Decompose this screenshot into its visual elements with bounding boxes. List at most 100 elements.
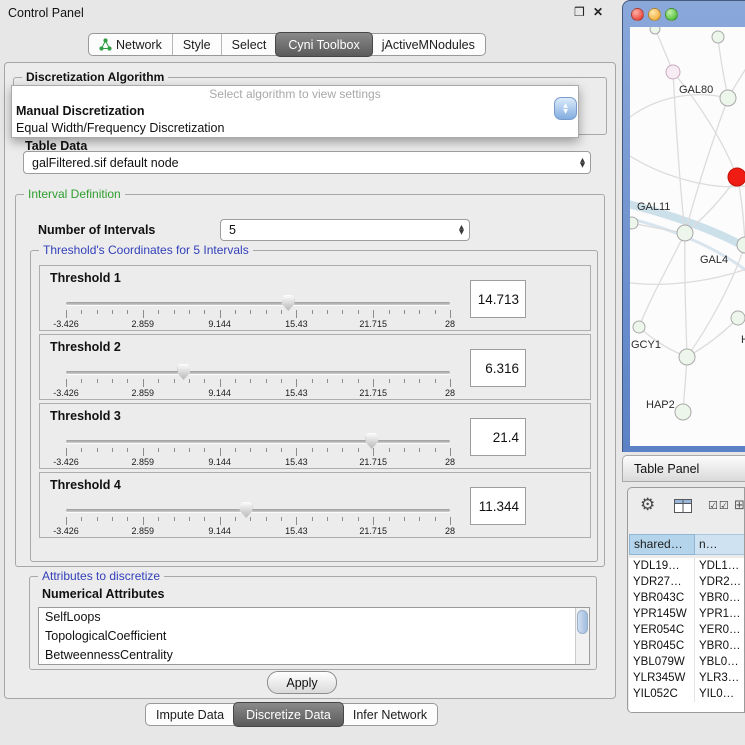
interval-definition-title: Interval Definition [24, 187, 125, 201]
screen: Control Panel ❒ ✕ NetworkStyleSelectCyni… [0, 0, 745, 745]
tab-cyni-toolbox[interactable]: Cyni Toolbox [275, 32, 372, 57]
table-row[interactable]: YDL19… YDL1… [629, 558, 745, 574]
stepper-icon[interactable]: ▲▼ [580, 158, 585, 168]
bottom-tab-discretize-data[interactable]: Discretize Data [233, 702, 344, 727]
network-edge[interactable] [718, 37, 728, 98]
threshold-1-value[interactable]: 14.713 [470, 280, 526, 318]
threshold-3-label: Threshold 3 [50, 409, 121, 423]
table-row[interactable]: YDR27… YDR2… [629, 574, 745, 590]
tab-select[interactable]: Select [221, 34, 277, 55]
slider-track[interactable] [66, 440, 450, 443]
network-node[interactable] [677, 225, 693, 241]
table-data-combobox[interactable]: galFiltered.sif default node ▲▼ [23, 151, 591, 174]
scrollbar[interactable] [575, 608, 589, 664]
apply-button[interactable]: Apply [267, 671, 337, 694]
network-node[interactable] [633, 321, 645, 333]
threshold-1-box: Threshold 1 -3.4262.8599.14415.4321.7152… [39, 265, 591, 331]
gear-icon[interactable]: ⚙ [640, 495, 655, 515]
slider-scale: -3.4262.8599.14415.4321.71528 [66, 457, 450, 468]
threshold-2-slider[interactable]: -3.4262.8599.14415.4321.71528 [62, 363, 454, 399]
network-node[interactable] [728, 168, 745, 186]
table-row[interactable]: YBR043C YBR0… [629, 590, 745, 606]
network-node-label: GCY1 [631, 339, 661, 351]
cell-shared-name: YIL052C [629, 686, 695, 702]
control-panel-title: Control Panel [8, 6, 84, 20]
table-data-selected: galFiltered.sif default node [32, 156, 179, 170]
scrollbar-thumb[interactable] [577, 610, 588, 634]
numerical-attributes-list[interactable]: SelfLoopsTopologicalCoefficientBetweenne… [38, 607, 590, 665]
cell-name: YIL0… [695, 686, 745, 702]
network-node[interactable] [666, 65, 680, 79]
network-edge[interactable] [630, 152, 745, 187]
cell-name: YDL1… [695, 558, 745, 574]
table-row[interactable]: YPR145W YPR1… [629, 606, 745, 622]
tab-jactivemnodules[interactable]: jActiveMNodules [372, 34, 485, 55]
column-header-name[interactable]: n… [695, 534, 745, 555]
network-canvas[interactable]: GAL80GAL11GAL4GCY1HAP2H [630, 27, 745, 446]
close-button[interactable] [631, 8, 644, 21]
threshold-4-label: Threshold 4 [50, 478, 121, 492]
attribute-item-topologicalcoefficient[interactable]: TopologicalCoefficient [39, 627, 589, 646]
threshold-4-value[interactable]: 11.344 [470, 487, 526, 525]
dropdown-option-equal-width-frequency-discretization[interactable]: Equal Width/Frequency Discretization [12, 120, 578, 137]
network-node[interactable] [712, 31, 724, 43]
slider-track[interactable] [66, 302, 450, 305]
slider-track[interactable] [66, 371, 450, 374]
slider-thumb[interactable] [365, 433, 378, 449]
network-node[interactable] [675, 404, 691, 420]
attribute-item-selfloops[interactable]: SelfLoops [39, 608, 589, 627]
network-edge[interactable] [639, 233, 685, 327]
algorithm-dropdown-prompt[interactable]: Select algorithm to view settings [12, 86, 578, 103]
network-edge[interactable] [630, 267, 745, 284]
threshold-4-slider[interactable]: -3.4262.8599.14415.4321.71528 [62, 501, 454, 537]
bottom-tab-infer-network[interactable]: Infer Network [343, 704, 437, 725]
network-node[interactable] [679, 349, 695, 365]
table-row[interactable]: YER054C YER0… [629, 622, 745, 638]
threshold-3-slider[interactable]: -3.4262.8599.14415.4321.71528 [62, 432, 454, 468]
threshold-2-value[interactable]: 6.316 [470, 349, 526, 387]
threshold-3-box: Threshold 3 -3.4262.8599.14415.4321.7152… [39, 403, 591, 469]
slider-thumb[interactable] [282, 295, 295, 311]
network-node-label: GAL11 [637, 201, 670, 213]
interval-definition-group: Interval Definition Number of Intervals … [15, 194, 605, 567]
slider-ticks [66, 310, 450, 319]
checkbox-icons[interactable]: ☑☑ [708, 499, 730, 512]
network-node-label: GAL80 [679, 84, 713, 96]
network-node[interactable] [630, 217, 638, 229]
minimize-button[interactable] [648, 8, 661, 21]
table-columns-icon[interactable] [674, 499, 692, 516]
stepper-icon[interactable]: ▲▼ [459, 225, 464, 235]
close-icon[interactable]: ✕ [593, 5, 603, 19]
network-edge[interactable] [685, 233, 687, 357]
slider-thumb[interactable] [240, 502, 253, 518]
table-row[interactable]: YIL052C YIL0… [629, 686, 745, 702]
table-panel-header[interactable]: Table Panel [622, 455, 745, 482]
bottom-tab-impute-data[interactable]: Impute Data [146, 704, 234, 725]
table-row[interactable]: YLR345W YLR3… [629, 670, 745, 686]
slider-thumb[interactable] [177, 364, 190, 380]
number-of-intervals-combobox[interactable]: 5 ▲▼ [220, 219, 470, 241]
tab-network[interactable]: Network [89, 34, 172, 55]
network-node[interactable] [731, 311, 745, 325]
zoom-button[interactable] [665, 8, 678, 21]
slider-track[interactable] [66, 509, 450, 512]
network-node[interactable] [650, 27, 660, 34]
network-node[interactable] [720, 90, 736, 106]
threshold-3-value[interactable]: 21.4 [470, 418, 526, 456]
threshold-1-slider[interactable]: -3.4262.8599.14415.4321.71528 [62, 294, 454, 330]
cell-shared-name: YPR145W [629, 606, 695, 622]
float-window-icon[interactable]: ❒ [574, 5, 585, 19]
tab-style[interactable]: Style [172, 34, 221, 55]
network-edge[interactable] [687, 318, 738, 357]
dropdown-option-manual-discretization[interactable]: Manual Discretization [12, 103, 578, 120]
attribute-item-betweennesscentrality[interactable]: BetweennessCentrality [39, 646, 589, 665]
combo-stepper-icon[interactable]: ▲▼ [554, 97, 577, 120]
table-row[interactable]: YBR045C YBR0… [629, 638, 745, 654]
cell-name: YBR0… [695, 638, 745, 654]
cell-shared-name: YLR345W [629, 670, 695, 686]
table-row[interactable]: YBL079W YBL0… [629, 654, 745, 670]
network-edge[interactable] [630, 95, 728, 122]
add-column-icon[interactable]: ⊞ [734, 498, 745, 513]
slider-ticks [66, 379, 450, 388]
column-header-shared-name[interactable]: shared… [629, 534, 695, 555]
